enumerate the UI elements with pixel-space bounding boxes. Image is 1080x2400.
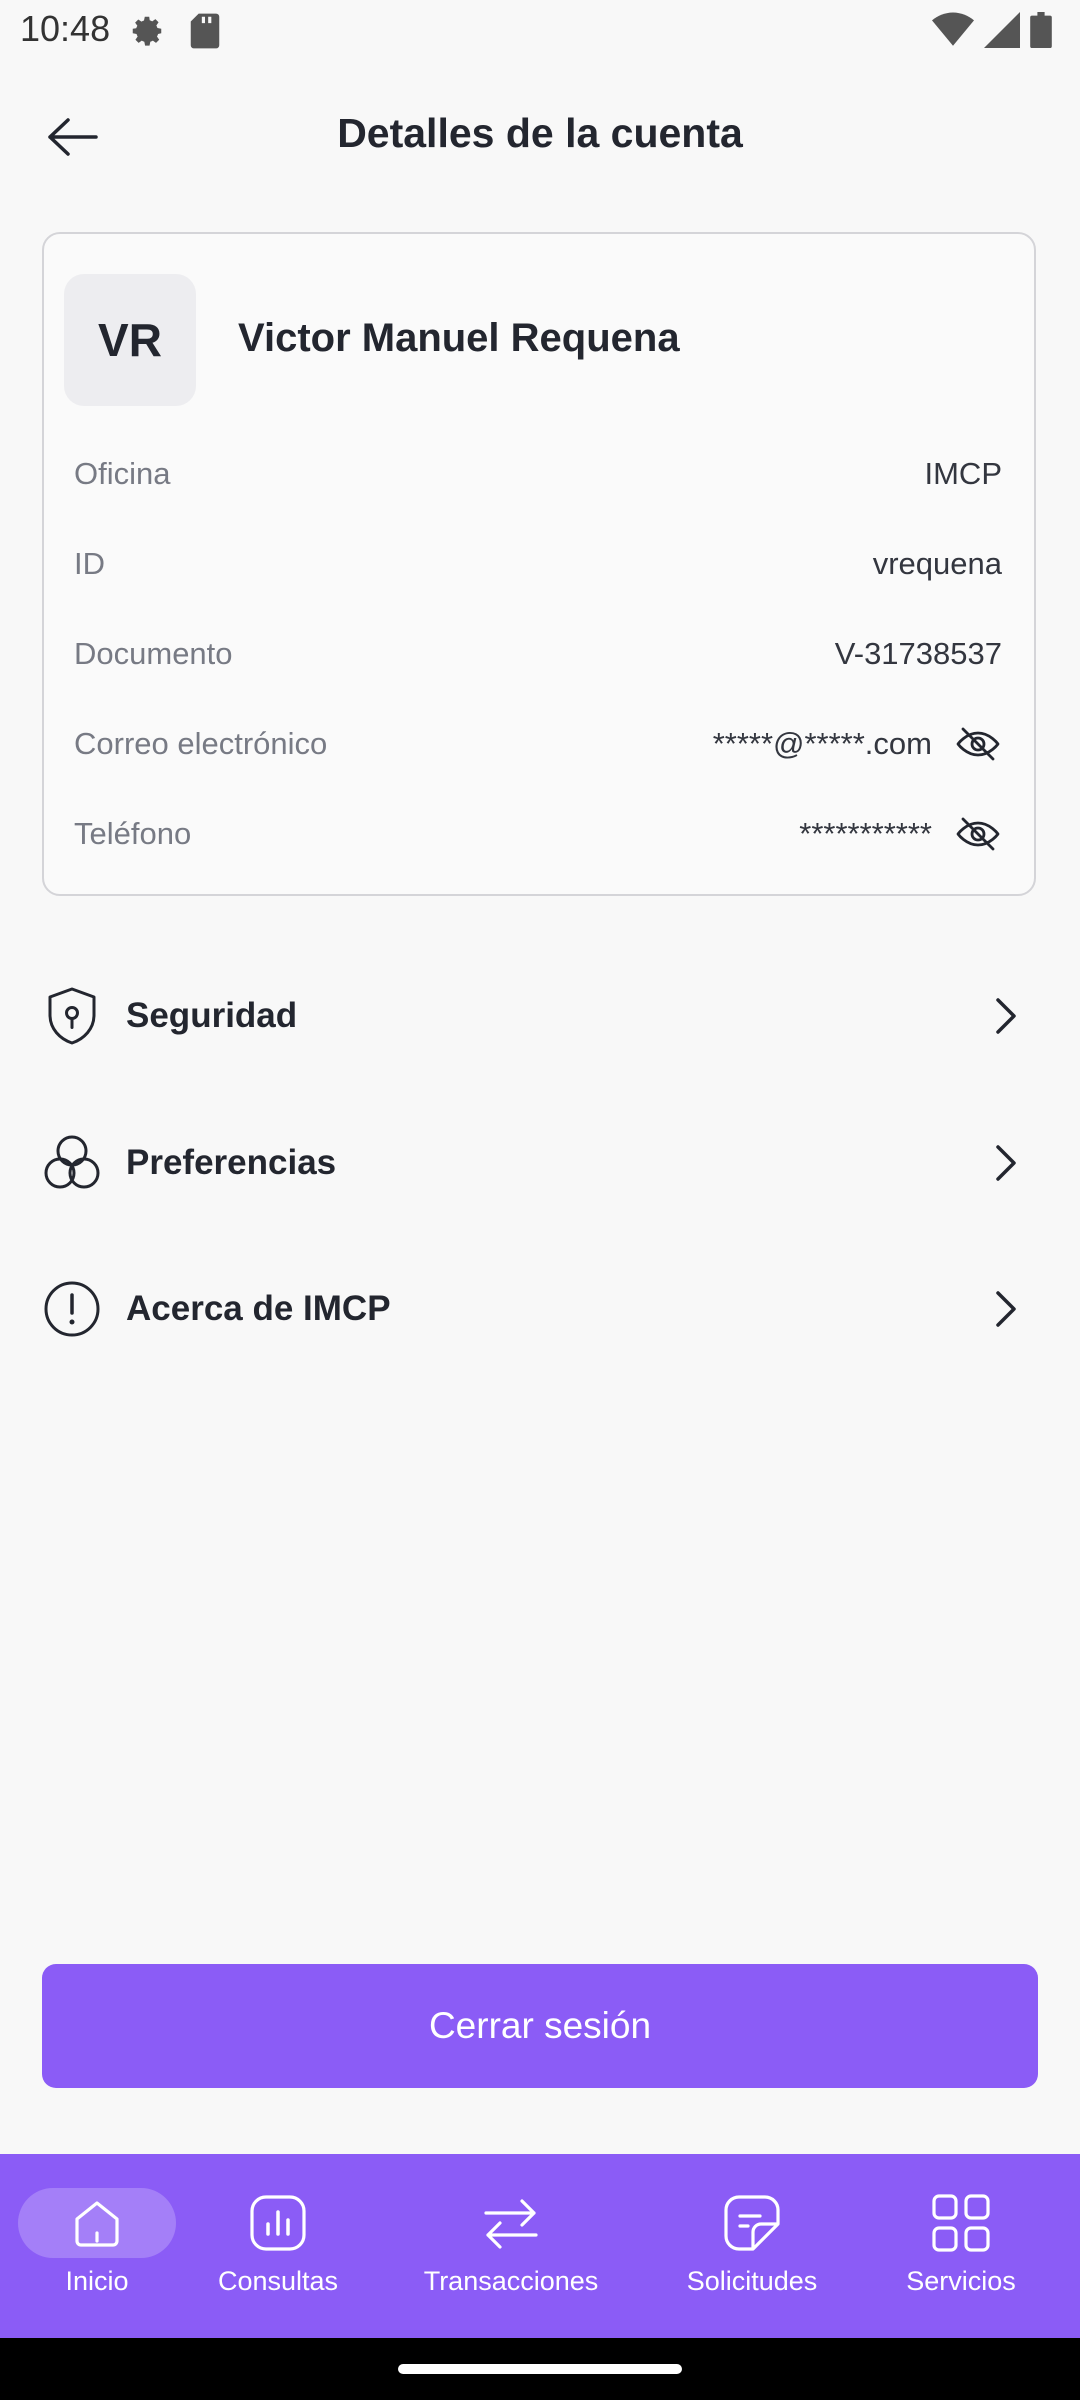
document-value: V-31738537 [834,636,1002,671]
app-bar: Detalles de la cuenta [0,96,1080,178]
home-gesture-handle[interactable] [398,2364,682,2374]
menu-label-security: Seguridad [126,996,298,1035]
menu-label-about: Acerca de IMCP [126,1289,391,1328]
status-bar: 10:48 [0,0,1080,62]
nav-item-services[interactable]: Servicios [890,2154,1032,2338]
status-time: 10:48 [20,8,111,49]
nav-active-indicator [18,2188,176,2258]
eye-off-icon [956,727,1000,761]
info-row-phone: Teléfono *********** [74,804,1002,864]
toggle-phone-visibility-button[interactable] [954,814,1002,854]
chevron-right-icon [986,1284,1026,1334]
bar-chart-icon [250,2195,306,2251]
home-icon [75,2201,119,2247]
battery-icon [1030,12,1052,53]
signal-icon [984,12,1020,53]
gear-icon [128,12,166,55]
menu-item-security[interactable]: Seguridad [42,968,1036,1064]
menu-label-preferences: Preferencias [126,1143,337,1182]
nav-label-services: Servicios [906,2266,1016,2296]
nav-label-home: Inicio [65,2266,129,2296]
eye-off-icon [956,817,1000,851]
info-row-office: Oficina IMCP [74,444,1002,504]
shield-lock-icon [42,986,102,1046]
nav-item-queries[interactable]: Consultas [198,2154,358,2338]
nav-item-home[interactable]: Inicio [18,2154,176,2338]
chevron-right-icon [986,991,1026,1041]
nav-label-requests: Solicitudes [686,2266,818,2296]
page-title: Detalles de la cuenta [337,110,743,156]
wifi-icon [932,12,974,53]
chevron-right-icon [986,1138,1026,1188]
id-label: ID [74,546,105,581]
user-name: Victor Manuel Requena [238,316,680,360]
circles-icon [42,1133,102,1193]
info-row-id: ID vrequena [74,534,1002,594]
info-row-email: Correo electrónico *****@*****.com [74,714,1002,774]
avatar: VR [64,274,196,406]
office-value: IMCP [924,456,1003,491]
menu-item-about[interactable]: Acerca de IMCP [42,1261,1036,1357]
document-label: Documento [74,636,233,671]
nav-item-transactions[interactable]: Transacciones [411,2154,611,2338]
menu-item-preferences[interactable]: Preferencias [42,1115,1036,1211]
document-icon [724,2195,780,2251]
logout-button[interactable]: Cerrar sesión [42,1964,1038,2088]
email-label: Correo electrónico [74,726,328,761]
grid-icon [932,2194,990,2252]
transfer-arrows-icon [484,2199,538,2249]
office-label: Oficina [74,456,171,491]
info-row-document: Documento V-31738537 [74,624,1002,684]
phone-label: Teléfono [74,816,192,851]
toggle-email-visibility-button[interactable] [954,724,1002,764]
nav-label-queries: Consultas [217,2266,339,2296]
nav-label-transactions: Transacciones [423,2266,599,2296]
sd-card-icon [188,12,222,55]
nav-item-requests[interactable]: Solicitudes [670,2154,834,2338]
id-value: vrequena [872,546,1002,581]
info-circle-icon [42,1279,102,1339]
bottom-nav: Inicio Consultas Transacciones Solicitud… [0,2154,1080,2338]
account-card: VR Victor Manuel Requena Oficina IMCP ID… [42,232,1036,896]
phone-value: *********** [799,816,932,851]
gesture-bar [0,2338,1080,2400]
email-value: *****@*****.com [712,726,932,761]
